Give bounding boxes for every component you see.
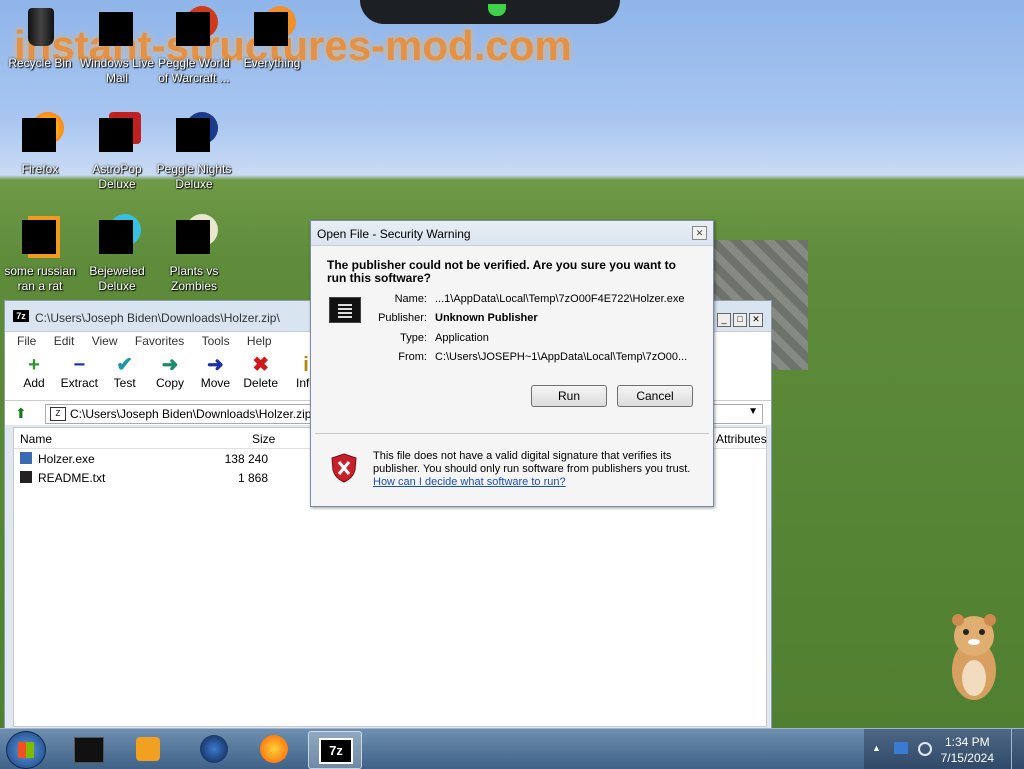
extract-button[interactable]: − Extract	[58, 354, 100, 390]
file-icon	[16, 214, 64, 262]
chevron-down-icon[interactable]: ▼	[748, 406, 758, 417]
menu-view[interactable]: View	[92, 332, 118, 350]
column-size[interactable]: Size	[252, 432, 275, 446]
menu-favorites[interactable]: Favorites	[135, 332, 184, 350]
desktop-icon-astropop[interactable]: AstroPop Deluxe	[78, 112, 156, 192]
plants-vs-zombies-icon	[170, 214, 218, 262]
tray-expand-icon[interactable]: ▲	[872, 743, 881, 753]
exe-file-icon	[20, 452, 32, 464]
menu-edit[interactable]: Edit	[54, 332, 75, 350]
recycle-bin-icon	[16, 6, 64, 54]
delete-button[interactable]: ✖ Delete	[240, 354, 282, 390]
maximize-icon[interactable]: □	[733, 313, 747, 327]
archive-icon: Z	[50, 407, 66, 421]
firefox-icon	[260, 735, 288, 763]
desktop-icon-peggle-wow[interactable]: Peggle World of Warcraft ...	[155, 6, 233, 86]
dialog-titlebar[interactable]: Open File - Security Warning ✕	[311, 221, 713, 246]
txt-file-icon	[20, 471, 32, 483]
windows-logo-icon	[18, 742, 34, 758]
black-box-app-icon	[74, 737, 104, 763]
shield-warning-icon	[331, 453, 357, 483]
dialog-divider	[315, 433, 709, 434]
copy-button[interactable]: ➜ Copy	[149, 354, 191, 390]
up-folder-icon[interactable]: ⬆	[15, 405, 31, 421]
check-icon: ✔	[116, 354, 134, 376]
dialog-note: This file does not have a valid digital …	[373, 450, 691, 488]
taskbar-item-7zip[interactable]: 7z	[308, 731, 362, 769]
move-arrow-icon: ➜	[206, 354, 224, 376]
copy-arrow-icon: ➜	[161, 354, 179, 376]
desktop-icon-peggle-nights[interactable]: Peggle Nights Deluxe	[155, 112, 233, 192]
7zip-icon: 7z	[319, 738, 353, 764]
dialog-heading: The publisher could not be verified. Are…	[327, 258, 676, 285]
security-warning-dialog: Open File - Security Warning ✕ The publi…	[310, 220, 714, 507]
taskbar-item-globe-app[interactable]	[188, 731, 240, 767]
delete-x-icon: ✖	[252, 354, 270, 376]
system-tray: ▲ 1:34 PM 7/15/2024	[864, 729, 1024, 769]
desktop-icon-recycle-bin[interactable]: Recycle Bin	[1, 6, 79, 71]
network-icon[interactable]	[918, 742, 932, 756]
globe-app-icon	[200, 735, 228, 763]
desktop: instant-structures-mod.com Recycle Bin W…	[0, 0, 1024, 728]
minimize-icon[interactable]: _	[717, 313, 731, 327]
desktop-icon-everything[interactable]: Everything	[233, 6, 311, 71]
minus-icon: −	[73, 354, 86, 376]
show-desktop-button[interactable]	[1011, 729, 1024, 769]
run-button[interactable]: Run	[531, 385, 607, 407]
dialog-title: Open File - Security Warning	[317, 227, 471, 241]
media-player-icon	[136, 737, 160, 761]
menu-file[interactable]: File	[17, 332, 36, 350]
cancel-button[interactable]: Cancel	[617, 385, 693, 407]
help-link[interactable]: How can I decide what software to run?	[373, 476, 566, 488]
everything-search-icon	[248, 6, 296, 54]
astropop-icon	[93, 112, 141, 160]
column-name[interactable]: Name	[20, 432, 52, 446]
taskbar-item-firefox[interactable]	[248, 731, 300, 767]
7zip-title: C:\Users\Joseph Biden\Downloads\Holzer.z…	[35, 311, 280, 325]
desktop-icon-russian-rat-file[interactable]: some russian ran a rat	[1, 214, 79, 294]
taskbar-item-media-player[interactable]	[122, 731, 174, 767]
add-button[interactable]: + Add	[13, 354, 55, 390]
peggle-wow-icon	[170, 6, 218, 54]
windows-live-mail-icon	[93, 6, 141, 54]
desktop-icon-bejeweled[interactable]: Bejeweled Deluxe	[78, 214, 156, 294]
desktop-icon-windows-live-mail[interactable]: Windows Live Mail	[78, 6, 156, 86]
taskbar: 7z ▲ 1:34 PM 7/15/2024	[0, 728, 1024, 769]
menu-tools[interactable]: Tools	[202, 332, 230, 350]
desktop-icon-plants-vs-zombies[interactable]: Plants vs Zombies	[155, 214, 233, 294]
close-icon[interactable]: ✕	[692, 226, 707, 240]
menu-help[interactable]: Help	[247, 332, 272, 350]
firefox-icon	[16, 112, 64, 160]
clock[interactable]: 1:34 PM 7/15/2024	[941, 734, 994, 766]
peggle-nights-icon	[170, 112, 218, 160]
tray-app-icon[interactable]	[894, 742, 908, 754]
7zip-logo-icon: 7z	[13, 310, 29, 322]
desktop-icon-firefox[interactable]: Firefox	[1, 112, 79, 177]
taskbar-item-black-box-app[interactable]	[62, 731, 114, 767]
bejeweled-icon	[93, 214, 141, 262]
hamster-image	[952, 614, 996, 700]
move-button[interactable]: ➜ Move	[194, 354, 236, 390]
test-button[interactable]: ✔ Test	[104, 354, 146, 390]
plus-icon: +	[28, 354, 40, 376]
close-icon[interactable]: ✕	[749, 313, 763, 327]
column-attributes[interactable]: Attributes	[716, 432, 767, 446]
start-button[interactable]	[6, 731, 46, 769]
top-decoration	[360, 0, 620, 24]
